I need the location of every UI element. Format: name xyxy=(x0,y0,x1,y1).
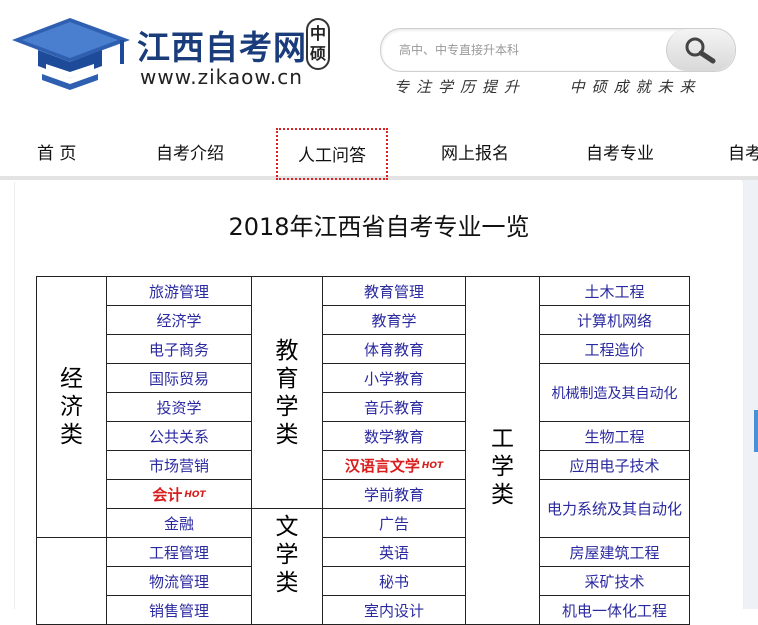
major-link[interactable]: 广告 xyxy=(322,508,466,538)
table-row: 物流管理 秘书 采矿技术 xyxy=(37,566,690,596)
major-label: 会计 xyxy=(152,485,183,504)
major-link[interactable]: 公共关系 xyxy=(106,421,252,451)
major-link[interactable]: 体育教育 xyxy=(322,334,466,364)
major-link[interactable]: 电力系统及其自动化 xyxy=(539,479,690,538)
category-label: 工学类 xyxy=(491,425,514,508)
mortarboard-logo-icon[interactable] xyxy=(12,14,132,94)
major-link[interactable]: 国际贸易 xyxy=(106,363,252,393)
major-link-hot[interactable]: 汉语言文学 HOT xyxy=(322,450,466,480)
major-link[interactable]: 物流管理 xyxy=(106,566,252,596)
brand-domain: www.zikaow.cn xyxy=(140,65,303,89)
category-label: 经济类 xyxy=(60,366,83,448)
main-content: 2018年江西省自考专业一览 经济类 旅游管理 教育学类 教育管理 工学类 土木… xyxy=(14,182,744,625)
scrollbar-thumb[interactable] xyxy=(754,410,758,452)
major-link[interactable]: 英语 xyxy=(322,537,466,567)
page-title: 2018年江西省自考专业一览 xyxy=(228,213,530,241)
major-label: 汉语言文学 xyxy=(344,456,420,475)
majors-table: 经济类 旅游管理 教育学类 教育管理 工学类 土木工程 经济学 教育学 计算机网… xyxy=(36,276,690,625)
table-row: 工程管理 英语 房屋建筑工程 xyxy=(36,537,690,625)
major-link[interactable]: 秘书 xyxy=(322,566,466,596)
major-link[interactable]: 学前教育 xyxy=(322,479,466,509)
table-row: 经济类 旅游管理 教育学类 教育管理 工学类 土木工程 xyxy=(36,276,690,625)
hot-badge: HOT xyxy=(184,490,206,500)
nav-home[interactable]: 首 页 xyxy=(37,128,76,176)
zhongshuo-seal: 中 硕 xyxy=(306,18,330,70)
slogan: 专注学历提升 中硕成就未来 xyxy=(394,76,702,97)
slogan-left: 专注学历提升 xyxy=(394,78,527,96)
nav-register[interactable]: 网上报名 xyxy=(441,128,509,176)
table-row: 销售管理 室内设计 机电一体化工程 xyxy=(37,595,690,625)
major-link[interactable]: 应用电子技术 xyxy=(539,450,690,480)
search-button[interactable] xyxy=(666,29,735,71)
major-link-hot[interactable]: 会计 HOT xyxy=(106,479,252,509)
major-link[interactable]: 金融 xyxy=(106,508,252,538)
brand-name[interactable]: 江西自考网 xyxy=(137,30,307,66)
major-link[interactable]: 销售管理 xyxy=(106,595,252,625)
major-link[interactable]: 机电一体化工程 xyxy=(539,595,690,625)
category-label: 文学类 xyxy=(275,513,299,596)
major-link[interactable]: 经济学 xyxy=(106,305,252,335)
table-row: 经济学 教育学 计算机网络 xyxy=(37,305,690,335)
major-link[interactable]: 采矿技术 xyxy=(539,566,690,596)
nav-majors[interactable]: 自考专业 xyxy=(586,128,654,176)
major-link[interactable]: 数学教育 xyxy=(322,421,466,451)
major-link[interactable]: 计算机网络 xyxy=(539,305,690,335)
nav-more[interactable]: 自考 xyxy=(728,128,758,176)
category-economics: 经济类 xyxy=(36,276,107,538)
major-link[interactable]: 生物工程 xyxy=(539,421,690,451)
table-row: 会计 HOT 学前教育 电力系统及其自动化 xyxy=(37,479,690,538)
major-link[interactable]: 教育管理 xyxy=(322,276,466,306)
nav-qa[interactable]: 人工问答 xyxy=(276,128,388,180)
search-box xyxy=(380,28,736,72)
category-management xyxy=(36,537,107,625)
table-row: 市场营销 汉语言文学 HOT 应用电子技术 xyxy=(37,450,690,480)
major-link[interactable]: 室内设计 xyxy=(322,595,466,625)
major-link[interactable]: 房屋建筑工程 xyxy=(539,537,690,567)
slogan-right: 中硕成就未来 xyxy=(569,78,702,96)
category-engineering: 工学类 xyxy=(465,276,540,625)
category-literature: 文学类 xyxy=(251,508,323,625)
major-link[interactable]: 旅游管理 xyxy=(106,276,252,306)
major-link[interactable]: 教育学 xyxy=(322,305,466,335)
hot-badge: HOT xyxy=(421,461,444,471)
major-link[interactable]: 工程管理 xyxy=(106,537,252,567)
major-link[interactable]: 电子商务 xyxy=(106,334,252,364)
major-link[interactable]: 工程造价 xyxy=(539,334,690,364)
category-label: 教育学类 xyxy=(275,337,299,448)
category-education: 教育学类 xyxy=(251,276,323,509)
search-input[interactable] xyxy=(397,38,661,62)
site-header: 江西自考网 www.zikaow.cn 中 硕 专注学历提升 中硕成就未来 xyxy=(0,0,758,128)
table-row: 国际贸易 小学教育 机械制造及其自动化 xyxy=(37,363,690,422)
main-nav: 首 页 自考介绍 人工问答 网上报名 自考专业 自考 xyxy=(0,128,758,180)
major-link[interactable]: 投资学 xyxy=(106,392,252,422)
seal-char: 硕 xyxy=(309,44,326,63)
major-link[interactable]: 机械制造及其自动化 xyxy=(539,363,690,422)
table-row: 电子商务 体育教育 工程造价 xyxy=(37,334,690,364)
major-link[interactable]: 音乐教育 xyxy=(322,392,466,422)
right-gutter xyxy=(742,180,758,609)
seal-char: 中 xyxy=(309,24,326,43)
nav-intro[interactable]: 自考介绍 xyxy=(156,128,224,176)
table-row: 公共关系 数学教育 生物工程 xyxy=(37,421,690,451)
major-link[interactable]: 市场营销 xyxy=(106,450,252,480)
search-icon xyxy=(685,37,716,64)
major-link[interactable]: 土木工程 xyxy=(539,276,690,306)
major-link[interactable]: 小学教育 xyxy=(322,363,466,393)
